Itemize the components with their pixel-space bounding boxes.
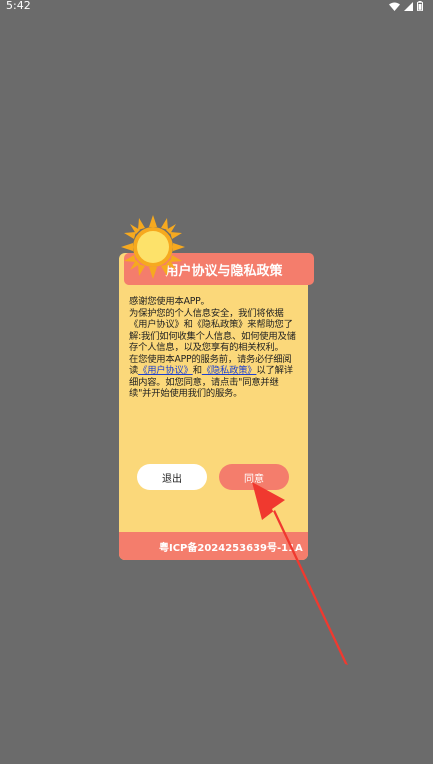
signal-icon xyxy=(404,1,413,11)
dialog-body: 感谢您使用本APP。 为保护您的个人信息安全，我们将依据《用户协议》和《隐私政策… xyxy=(129,296,300,400)
status-time: 5:42 xyxy=(6,0,31,12)
status-bar: 5:42 xyxy=(0,0,433,14)
body-paragraph-read: 在您使用本APP的服务前，请务必仔细阅读《用户协议》和《隐私政策》以了解详细内容… xyxy=(129,354,300,400)
agree-button[interactable]: 同意 xyxy=(219,464,289,490)
wifi-icon xyxy=(389,2,400,11)
body-read-and: 和 xyxy=(192,365,202,376)
exit-button[interactable]: 退出 xyxy=(137,464,207,490)
sun-icon xyxy=(121,215,185,279)
status-icons xyxy=(389,1,423,11)
icp-footer: 粤ICP备2024253639号-11A xyxy=(119,532,308,560)
body-intro: 感谢您使用本APP。 xyxy=(129,296,210,307)
privacy-policy-link[interactable]: 《隐私政策》 xyxy=(202,365,257,376)
privacy-dialog: 感谢您使用本APP。 为保护您的个人信息安全，我们将依据《用户协议》和《隐私政策… xyxy=(119,253,308,560)
user-agreement-link[interactable]: 《用户协议》 xyxy=(138,365,193,376)
body-paragraph-protection: 为保护您的个人信息安全，我们将依据《用户协议》和《隐私政策》来帮助您了解:我们如… xyxy=(129,307,296,354)
battery-icon xyxy=(417,1,423,11)
screen: 5:42 感谢您使用本APP。 为保护您的个人信息安全，我们将依据《用户协议》和… xyxy=(0,0,433,764)
